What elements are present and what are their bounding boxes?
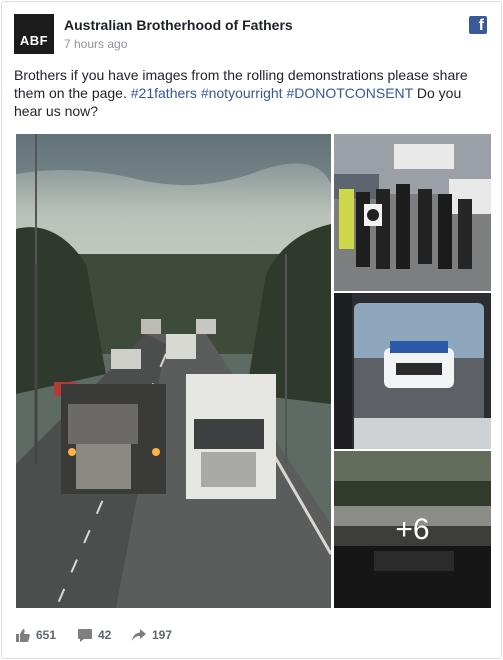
- photo-police-car-mirror[interactable]: [334, 293, 491, 449]
- post-timestamp[interactable]: 7 hours ago: [64, 37, 127, 51]
- likes-count: 651: [36, 628, 57, 642]
- hashtag-link[interactable]: #21fathers: [131, 85, 197, 101]
- hashtag-link[interactable]: #notyourright: [201, 85, 283, 101]
- post-text: Brothers if you have images from the rol…: [14, 66, 490, 120]
- photo-grid: +6: [16, 134, 491, 608]
- more-photos-count: +6: [395, 512, 430, 546]
- post-stats-bar: 651 42 197: [14, 624, 489, 654]
- post-card: ABF Australian Brotherhood of Fathers 7 …: [1, 1, 502, 659]
- comments-stat[interactable]: 42: [78, 628, 111, 642]
- like-icon: [16, 628, 30, 642]
- photo-main-highway-trucks[interactable]: [16, 134, 331, 608]
- page-name-link[interactable]: Australian Brotherhood of Fathers: [64, 17, 293, 33]
- more-photos-overlay[interactable]: +6: [334, 451, 491, 608]
- share-icon: [132, 629, 146, 641]
- likes-stat[interactable]: 651: [16, 628, 56, 642]
- shares-stat[interactable]: 197: [132, 628, 172, 642]
- avatar-text: ABF: [19, 33, 49, 48]
- page-avatar[interactable]: ABF: [14, 14, 54, 54]
- shares-count: 197: [152, 628, 173, 642]
- photo-group-protesters[interactable]: [334, 134, 491, 291]
- comments-count: 42: [98, 628, 112, 642]
- comment-icon: [78, 628, 92, 642]
- hashtag-link[interactable]: #DONOTCONSENT: [286, 85, 413, 101]
- facebook-logo-icon[interactable]: f: [469, 16, 487, 34]
- photo-truck-more[interactable]: +6: [334, 451, 491, 608]
- post-header: ABF Australian Brotherhood of Fathers 7 …: [14, 14, 489, 58]
